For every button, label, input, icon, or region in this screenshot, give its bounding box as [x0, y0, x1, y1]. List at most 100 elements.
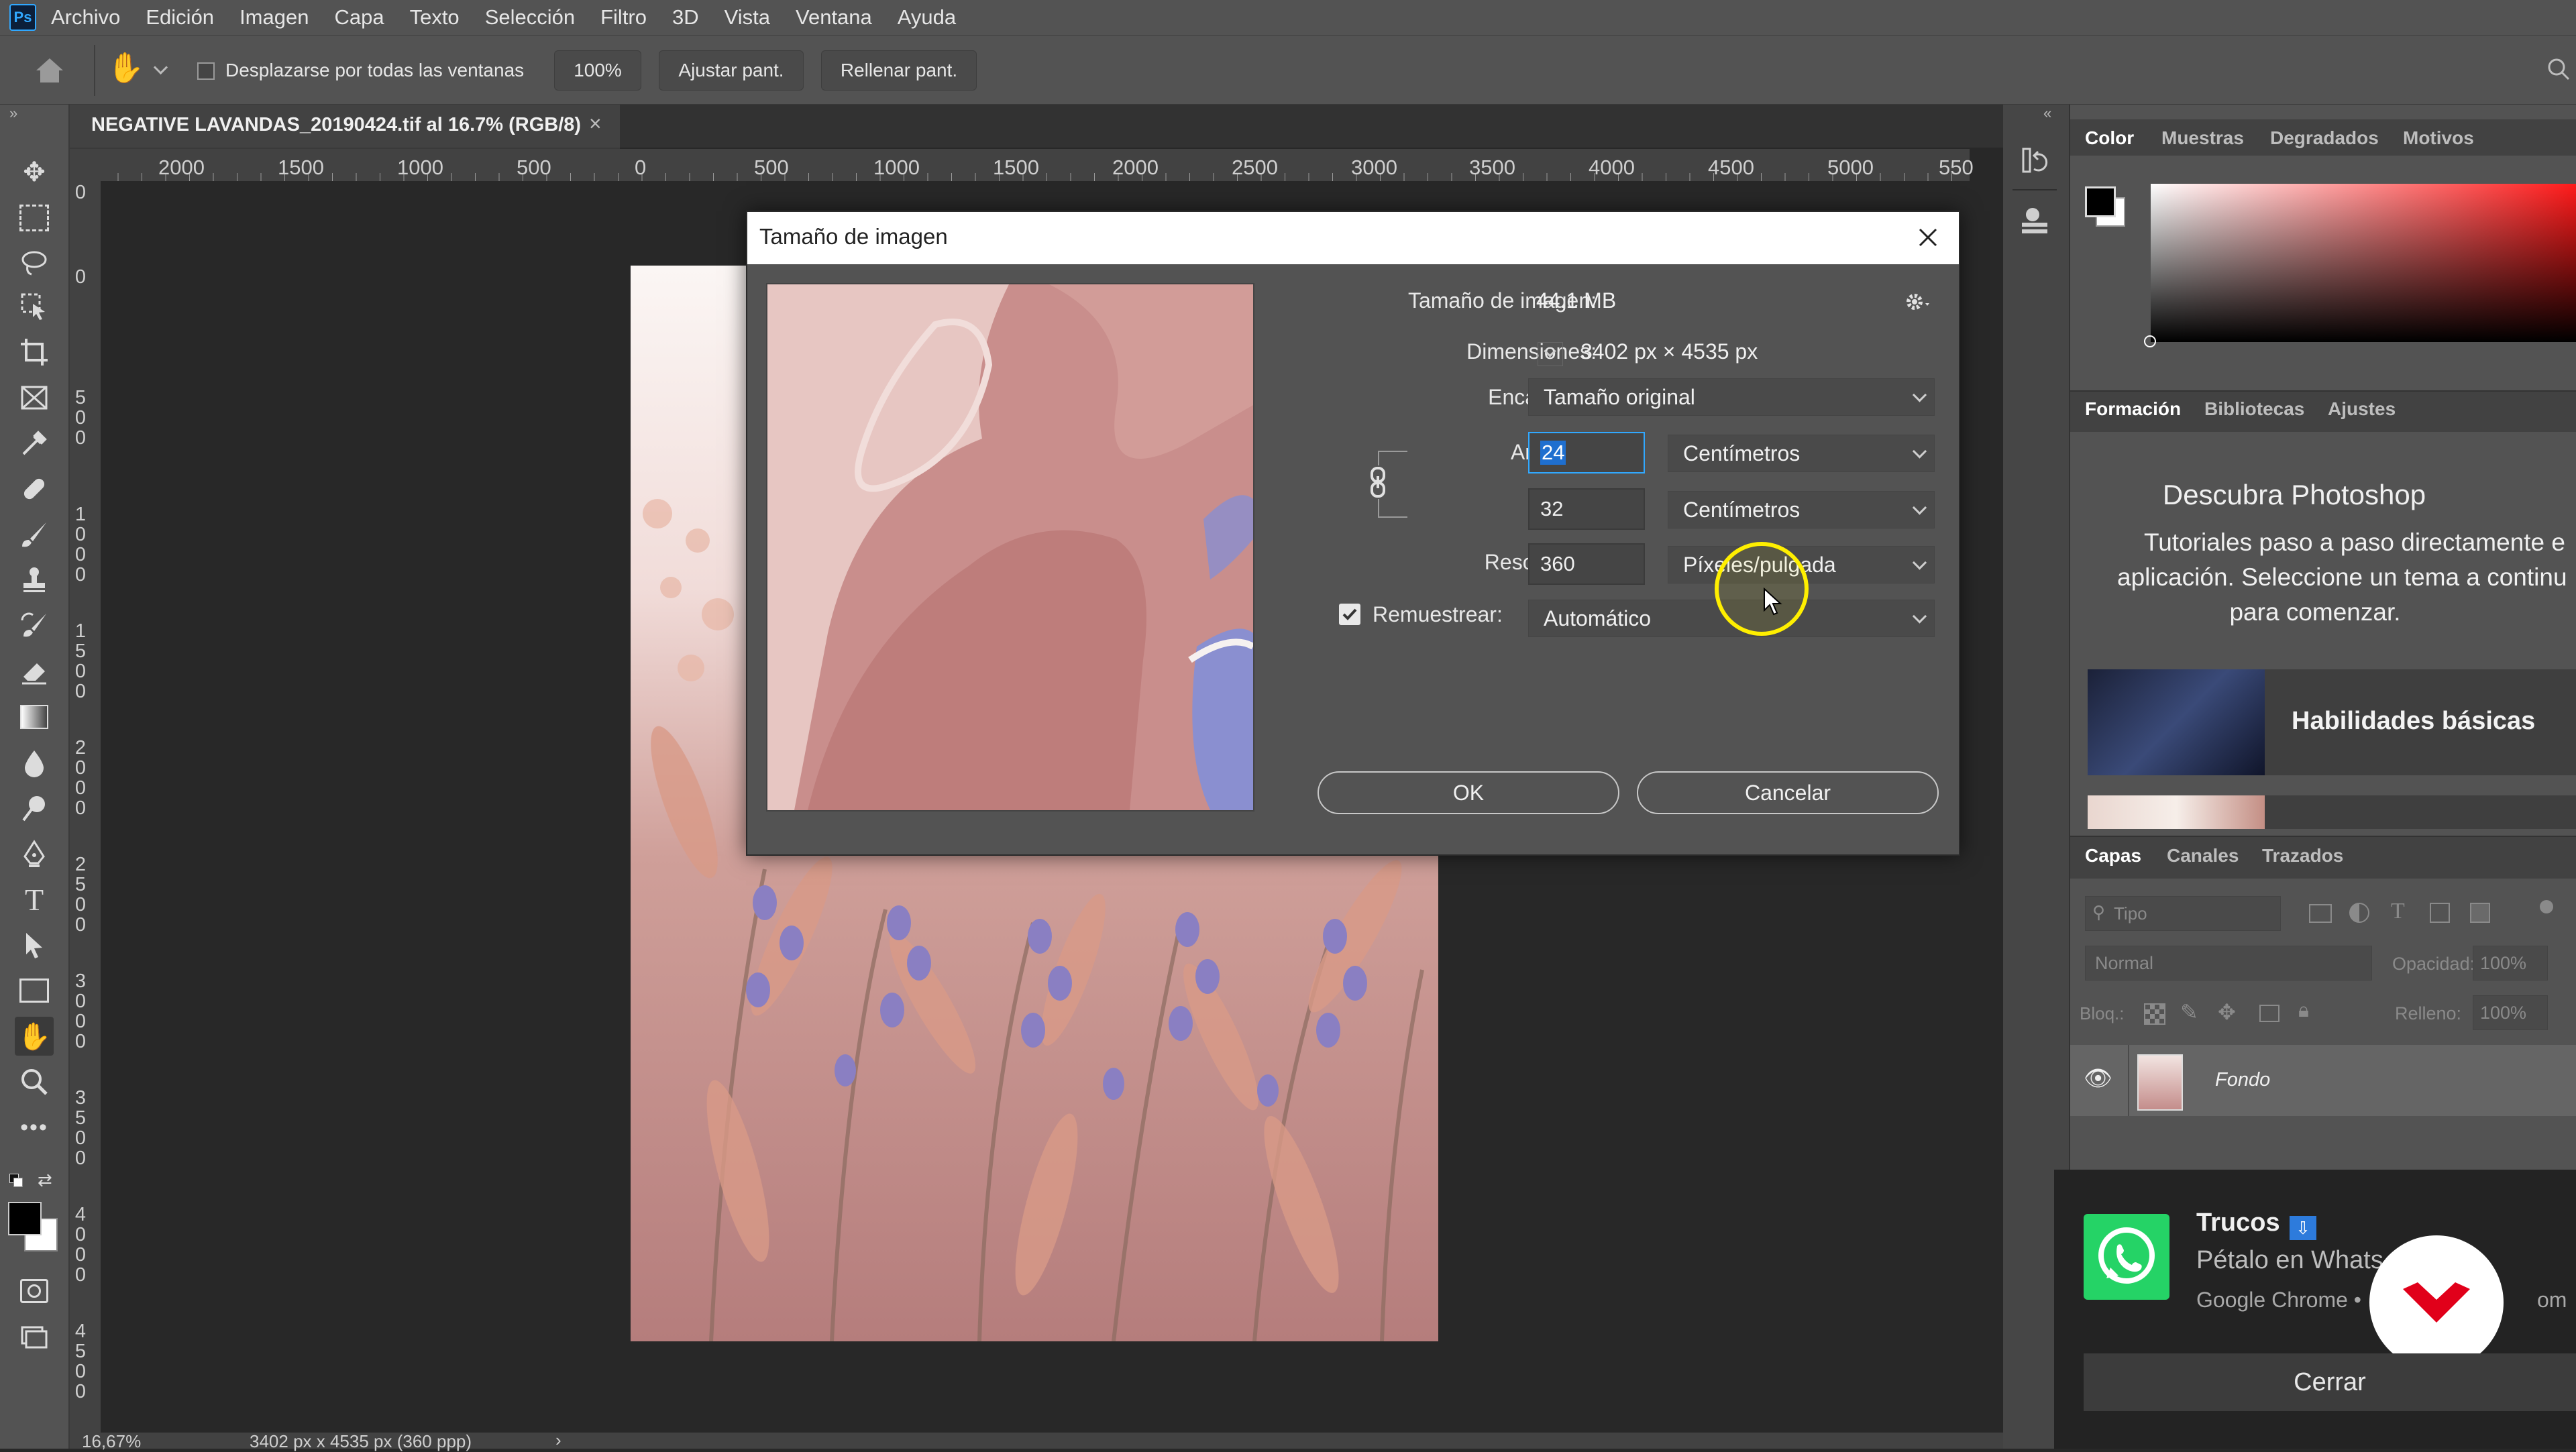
gear-icon[interactable] [1902, 288, 1933, 315]
collapse-panels-icon[interactable]: « [2043, 105, 2051, 122]
tab-muestras[interactable]: Muestras [2161, 127, 2244, 149]
blur-tool-icon[interactable] [15, 743, 54, 782]
tab-color[interactable]: Color [2085, 127, 2134, 149]
scroll-all-checkbox[interactable] [197, 62, 215, 80]
lock-pixels-icon[interactable]: ✎ [2180, 999, 2198, 1025]
more-tools-icon[interactable]: ••• [15, 1108, 54, 1147]
menu-imagen[interactable]: Imagen [239, 5, 309, 30]
lock-artboard-icon[interactable] [2259, 1005, 2279, 1022]
opacity-input[interactable]: 100% [2473, 946, 2548, 981]
home-icon[interactable] [32, 54, 67, 87]
lock-transparent-icon[interactable] [2144, 1003, 2165, 1025]
adjustments-panel-icon[interactable] [2018, 204, 2051, 237]
tab-motivos[interactable]: Motivos [2403, 127, 2474, 149]
status-menu-arrow[interactable]: › [555, 1430, 561, 1451]
cancel-button[interactable]: Cancelar [1637, 771, 1939, 814]
image-preview[interactable] [766, 283, 1254, 812]
menu-edicion[interactable]: Edición [146, 5, 214, 30]
tab-capas[interactable]: Capas [2085, 845, 2141, 867]
hand-tool-icon[interactable]: ✋ [15, 1017, 54, 1056]
layer-name[interactable]: Fondo [2215, 1069, 2270, 1091]
filter-toggle-icon[interactable] [2540, 900, 2553, 913]
panel-foreground-color-swatch[interactable] [2085, 186, 2116, 217]
marquee-tool-icon[interactable] [15, 199, 54, 237]
menu-capa[interactable]: Capa [334, 5, 384, 30]
path-select-tool-icon[interactable] [15, 926, 54, 964]
skills-card[interactable]: Habilidades básicas [2088, 669, 2576, 775]
close-dialog-icon[interactable] [1915, 224, 1941, 251]
menu-ventana[interactable]: Ventana [796, 5, 872, 30]
fill-screen-button[interactable]: Rellenar pant. [821, 50, 977, 91]
fit-to-select[interactable]: Tamaño original [1528, 378, 1935, 416]
menu-texto[interactable]: Texto [410, 5, 460, 30]
frame-tool-icon[interactable] [15, 378, 54, 417]
menu-seleccion[interactable]: Selección [485, 5, 575, 30]
layer-row[interactable]: 👁︎ Fondo [2070, 1045, 2576, 1116]
dimensions-dropdown-icon[interactable] [1538, 342, 1563, 366]
menu-ayuda[interactable]: Ayuda [898, 5, 956, 30]
layer-filter-search[interactable]: ⚲ Tipo [2085, 896, 2281, 931]
color-picker-field[interactable] [2151, 184, 2576, 342]
zoom-level[interactable]: 16,67% [82, 1431, 141, 1452]
move-tool-icon[interactable]: ✥ [15, 153, 54, 192]
crop-tool-icon[interactable] [15, 333, 54, 372]
type-tool-icon[interactable]: T [15, 880, 54, 919]
color-picker-handle[interactable] [2144, 335, 2156, 347]
filter-type-icon[interactable]: T [2391, 899, 2405, 924]
layer-visibility-eye-icon[interactable]: 👁︎ [2084, 1065, 2112, 1092]
history-panel-icon[interactable] [2018, 144, 2051, 177]
gradient-tool-icon[interactable] [15, 697, 54, 736]
filter-adjustment-icon[interactable] [2349, 903, 2369, 923]
hand-tool-icon[interactable]: ✋ [107, 50, 145, 88]
foreground-color-swatch[interactable] [8, 1202, 42, 1235]
quick-mask-icon[interactable] [15, 1272, 54, 1310]
dialog-titlebar[interactable]: Tamaño de imagen [747, 212, 1959, 264]
tab-ajustes[interactable]: Ajustes [2328, 398, 2396, 420]
fill-input[interactable]: 100% [2473, 995, 2548, 1030]
eyedropper-tool-icon[interactable] [15, 424, 54, 463]
screen-mode-icon[interactable] [15, 1317, 54, 1356]
healing-brush-tool-icon[interactable] [15, 469, 54, 508]
object-select-tool-icon[interactable] [15, 287, 54, 326]
document-tab[interactable]: NEGATIVE LAVANDAS_20190424.tif al 16.7% … [70, 105, 620, 149]
tab-degradados[interactable]: Degradados [2270, 127, 2379, 149]
stamp-tool-icon[interactable] [15, 561, 54, 600]
search-icon[interactable] [2546, 57, 2571, 81]
tab-canales[interactable]: Canales [2167, 845, 2239, 867]
height-input[interactable]: 32 [1528, 488, 1645, 530]
fit-screen-button[interactable]: Ajustar pant. [659, 50, 804, 91]
ok-button[interactable]: OK [1318, 771, 1619, 814]
resample-checkbox[interactable] [1339, 604, 1360, 625]
chevron-down-icon[interactable] [153, 60, 168, 75]
menu-filtro[interactable]: Filtro [600, 5, 647, 30]
history-brush-tool-icon[interactable] [15, 606, 54, 645]
collapse-toolbar-icon[interactable]: » [9, 105, 17, 122]
close-tab-icon[interactable]: × [589, 111, 602, 136]
lock-all-icon[interactable]: 🔒︎ [2298, 999, 2309, 1022]
filter-smart-object-icon[interactable] [2470, 903, 2490, 923]
width-input[interactable]: 24 [1528, 432, 1645, 473]
constrain-proportions-link-icon[interactable] [1366, 465, 1390, 499]
default-colors-icon[interactable] [9, 1174, 24, 1188]
pen-tool-icon[interactable] [15, 834, 54, 873]
zoom-100-button[interactable]: 100% [554, 50, 641, 91]
width-unit-select[interactable]: Centímetros [1668, 435, 1935, 472]
filter-pixel-icon[interactable] [2309, 904, 2332, 923]
tab-formacion[interactable]: Formación [2085, 398, 2181, 420]
menu-archivo[interactable]: Archivo [51, 5, 120, 30]
dodge-tool-icon[interactable] [15, 789, 54, 828]
eraser-tool-icon[interactable] [15, 652, 54, 691]
tab-trazados[interactable]: Trazados [2262, 845, 2343, 867]
height-unit-select[interactable]: Centímetros [1668, 491, 1935, 528]
blend-mode-select[interactable]: Normal [2085, 946, 2372, 981]
brush-tool-icon[interactable] [15, 515, 54, 554]
tab-bibliotecas[interactable]: Bibliotecas [2204, 398, 2304, 420]
chrome-notification[interactable]: Trucos ⇩ Pétalo en Whats Google Chrome •… [2054, 1170, 2576, 1449]
menu-3d[interactable]: 3D [672, 5, 699, 30]
filter-shape-icon[interactable] [2430, 903, 2450, 923]
swap-colors-icon[interactable]: ⇄ [38, 1170, 52, 1190]
next-tutorial-card[interactable] [2088, 795, 2576, 829]
lock-position-icon[interactable]: ✥ [2218, 999, 2236, 1025]
menu-vista[interactable]: Vista [724, 5, 770, 30]
resolution-input[interactable]: 360 [1528, 543, 1645, 585]
